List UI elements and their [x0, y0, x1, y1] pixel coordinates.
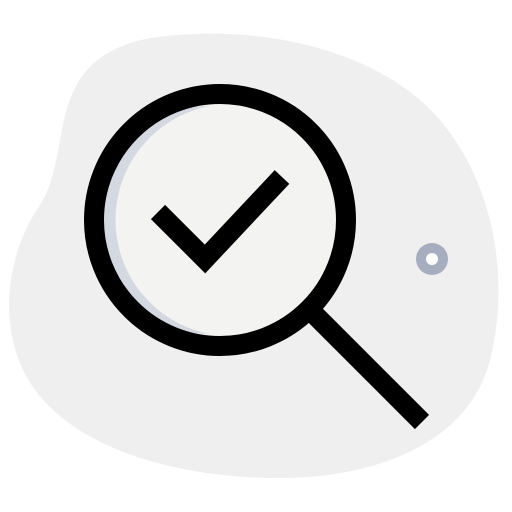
decorative-dot-center — [426, 253, 438, 265]
icon-canvas — [0, 0, 512, 512]
search-check-icon — [9, 33, 499, 479]
